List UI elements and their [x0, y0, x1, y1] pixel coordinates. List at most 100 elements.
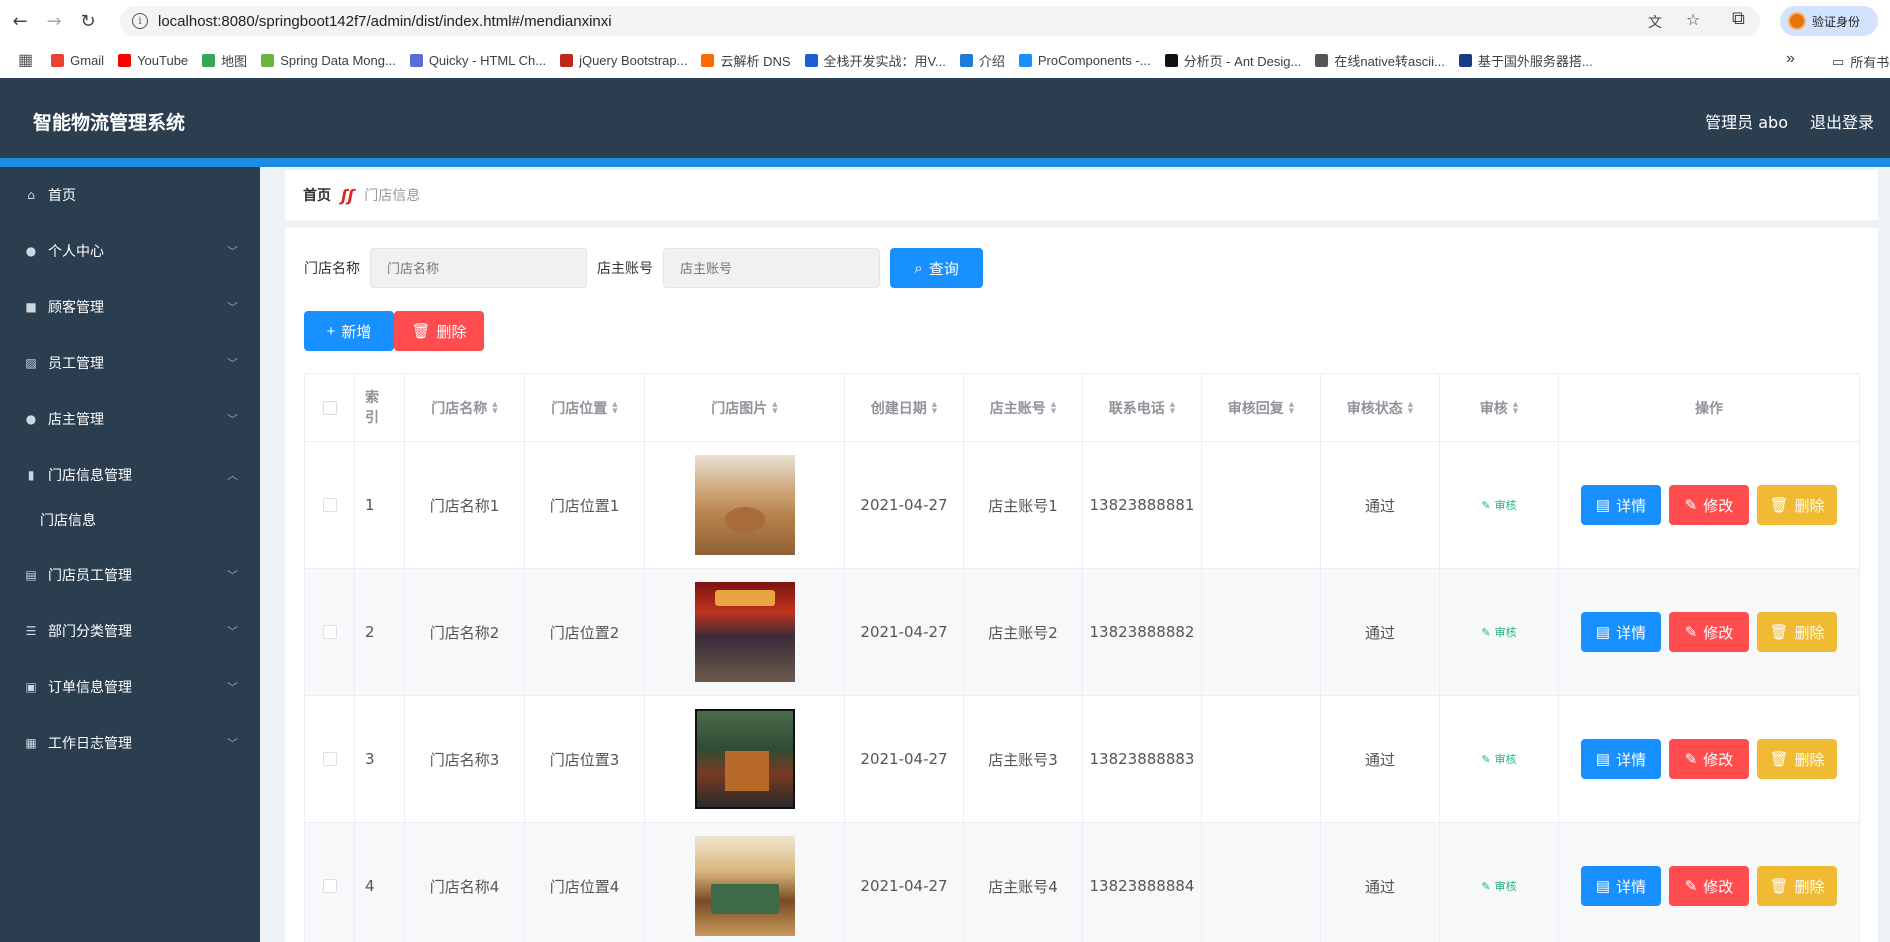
bookmark-item[interactable]: 分析页 - Ant Desig... [1164, 51, 1301, 70]
sidebar-item-label: 工作日志管理 [48, 736, 132, 752]
sort-icon: ▲ ▼ [1169, 399, 1176, 415]
sidebar-item[interactable]: ▦ 工作日志管理 ﹀ [0, 715, 260, 771]
forward-icon[interactable]: → [40, 7, 68, 35]
bookmark-item[interactable]: ProComponents -... [1018, 51, 1151, 70]
detail-button[interactable]: ▤ 详情 [1581, 866, 1661, 906]
bookmark-item[interactable]: Spring Data Mong... [261, 51, 396, 70]
audit-reply-cell [1202, 823, 1321, 942]
col-audit[interactable]: 审核 ▲ ▼ [1440, 374, 1559, 441]
col-status[interactable]: 审核状态 ▲ ▼ [1321, 374, 1440, 441]
audit-link-label: 审核 [1494, 880, 1517, 893]
breadcrumb-home[interactable]: 首页 [303, 185, 331, 205]
audit-link[interactable]: ✎ 审核 [1481, 624, 1516, 640]
bookmark-label: jQuery Bootstrap... [579, 52, 688, 68]
col-account[interactable]: 店主账号 ▲ ▼ [964, 374, 1083, 441]
delete-button[interactable]: 🗑 删除 [1757, 485, 1837, 525]
owner-account-input[interactable] [663, 248, 880, 288]
store-image[interactable] [694, 455, 795, 555]
store-name-cell: 门店名称1 [405, 442, 525, 568]
audit-status-cell: 通过 [1321, 823, 1440, 942]
all-bookmarks-folder[interactable]: ▭ 所有书 [1832, 52, 1889, 71]
bookmark-item[interactable]: Gmail [51, 51, 104, 70]
sidebar-item[interactable]: ■ 顾客管理 ﹀ [0, 279, 260, 335]
bookmark-item[interactable]: Quicky - HTML Ch... [409, 51, 546, 70]
sort-icon: ▲ ▼ [931, 399, 938, 415]
edit-button[interactable]: ✎ 修改 [1669, 866, 1749, 906]
audit-link[interactable]: ✎ 审核 [1481, 751, 1516, 767]
table-header-row: 索引 门店名称 ▲ ▼ 门店位置 ▲ ▼ 门店图片 ▲ ▼ 创建日期 ▲ ▼ 店主账号 ▲ ▼ 联系… [305, 374, 1859, 442]
batch-delete-button[interactable]: 🗑 删除 [394, 311, 484, 351]
col-phone[interactable]: 联系电话 ▲ ▼ [1083, 374, 1202, 441]
delete-button[interactable]: 🗑 删除 [1757, 612, 1837, 652]
select-all-checkbox[interactable] [322, 400, 337, 415]
sidebar-item[interactable]: ☰ 部门分类管理 ﹀ [0, 603, 260, 659]
verify-identity-button[interactable]: 验证身份 [1780, 6, 1878, 36]
delete-button[interactable]: 🗑 删除 [1757, 739, 1837, 779]
sidebar-item[interactable]: ⌂ 首页 [0, 167, 260, 223]
add-button-label: 新增 [341, 323, 372, 341]
add-button[interactable]: + 新增 [304, 311, 394, 351]
sidebar-item[interactable]: ▤ 门店员工管理 ﹀ [0, 547, 260, 603]
sidebar-item[interactable]: ● 店主管理 ﹀ [0, 391, 260, 447]
edit-button[interactable]: ✎ 修改 [1669, 612, 1749, 652]
detail-button[interactable]: ▤ 详情 [1581, 739, 1661, 779]
bookmark-favicon-icon [1018, 53, 1032, 67]
detail-button[interactable]: ▤ 详情 [1581, 485, 1661, 525]
bookmark-item[interactable]: 在线native转ascii... [1315, 51, 1445, 70]
translate-icon[interactable]: 文 [1648, 12, 1662, 32]
row-checkbox[interactable] [322, 879, 337, 893]
store-image[interactable] [694, 582, 795, 682]
col-index-label: 索引 [365, 389, 379, 426]
col-date[interactable]: 创建日期 ▲ ▼ [845, 374, 964, 441]
bookmark-item[interactable]: 全栈开发实战：用V... [804, 51, 946, 70]
extensions-icon[interactable]: ⧉ [1732, 8, 1745, 29]
bookmark-star-icon[interactable]: ☆ [1686, 10, 1700, 29]
query-button[interactable]: ⌕ 查询 [890, 248, 983, 288]
edit-button[interactable]: ✎ 修改 [1669, 485, 1749, 525]
row-checkbox[interactable] [322, 752, 337, 766]
audit-link[interactable]: ✎ 审核 [1481, 878, 1516, 894]
sidebar-subitem-store-info[interactable]: 门店信息 [0, 495, 260, 545]
audit-link[interactable]: ✎ 审核 [1481, 497, 1516, 513]
phone-cell: 13823888883 [1083, 696, 1202, 822]
col-location[interactable]: 门店位置 ▲ ▼ [525, 374, 645, 441]
sidebar-item[interactable]: ▨ 员工管理 ﹀ [0, 335, 260, 391]
logout-link[interactable]: 退出登录 [1810, 109, 1874, 133]
sidebar-item[interactable]: ● 个人中心 ﹀ [0, 223, 260, 279]
bookmark-favicon-icon [1458, 53, 1472, 67]
audit-link-label: 审核 [1494, 753, 1517, 766]
store-image[interactable] [694, 709, 795, 809]
store-name-input[interactable] [370, 248, 587, 288]
store-image[interactable] [694, 836, 795, 936]
apps-grid-icon[interactable]: ▦ [18, 50, 33, 70]
col-image[interactable]: 门店图片 ▲ ▼ [645, 374, 845, 441]
bookmark-item[interactable]: jQuery Bootstrap... [560, 51, 687, 70]
phone-cell: 13823888882 [1083, 569, 1202, 695]
bookmark-item[interactable]: 介绍 [959, 51, 1005, 70]
row-checkbox[interactable] [322, 498, 337, 512]
delete-button[interactable]: 🗑 删除 [1757, 866, 1837, 906]
bookmark-item[interactable]: 云解析 DNS [701, 51, 791, 70]
bookmark-item[interactable]: YouTube [118, 51, 188, 70]
bookmark-item[interactable]: 地图 [202, 51, 247, 70]
back-icon[interactable]: ← [6, 7, 34, 35]
bookmarks-overflow-icon[interactable]: » [1786, 50, 1795, 68]
bookmark-item[interactable]: 基于国外服务器搭... [1458, 51, 1593, 70]
bookmark-favicon-icon [560, 53, 574, 67]
audit-cell: ✎ 审核 [1440, 823, 1559, 942]
address-bar[interactable]: i localhost:8080/springboot142f7/admin/d… [120, 6, 1760, 36]
delete-button-label: 删除 [1794, 497, 1825, 515]
table-row: 1 门店名称1 门店位置1 2021-04-27 店主账号1 13823888881 通过 ✎… [305, 442, 1859, 569]
bookmark-label: Spring Data Mong... [280, 52, 396, 68]
edit-button[interactable]: ✎ 修改 [1669, 739, 1749, 779]
detail-button[interactable]: ▤ 详情 [1581, 612, 1661, 652]
col-reply[interactable]: 审核回复 ▲ ▼ [1202, 374, 1321, 441]
sort-icon: ▲ ▼ [612, 399, 618, 415]
site-info-icon[interactable]: i [132, 13, 148, 29]
store-location-cell: 门店位置4 [525, 823, 645, 942]
sidebar-item[interactable]: ▣ 订单信息管理 ﹀ [0, 659, 260, 715]
col-name[interactable]: 门店名称 ▲ ▼ [405, 374, 525, 441]
reload-icon[interactable]: ↻ [74, 7, 102, 35]
row-checkbox[interactable] [322, 625, 337, 639]
trash-icon: 🗑 [1769, 878, 1789, 895]
